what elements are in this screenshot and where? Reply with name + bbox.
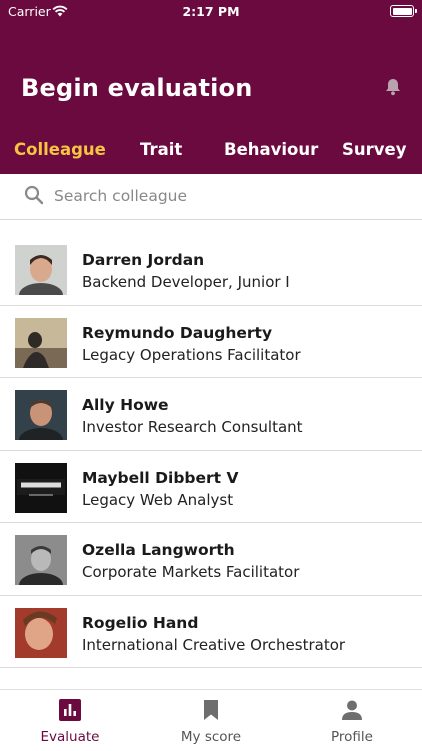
avatar <box>15 535 67 585</box>
bell-icon[interactable] <box>383 77 403 97</box>
colleague-role: Backend Developer, Junior I <box>82 273 290 291</box>
avatar <box>15 318 67 368</box>
page-title: Begin evaluation <box>21 74 253 102</box>
avatar <box>15 463 67 513</box>
list-item[interactable]: Ally Howe Investor Research Consultant <box>0 378 422 451</box>
search-input[interactable] <box>54 182 404 210</box>
list-item[interactable]: Ozella Langworth Corporate Markets Facil… <box>0 523 422 596</box>
clock: 2:17 PM <box>0 4 422 19</box>
battery-icon <box>390 5 414 17</box>
app-header: Begin evaluation Colleague Trait Behavio… <box>0 24 422 174</box>
bottom-tab-bar: Evaluate My score Profile <box>0 689 422 750</box>
search-icon <box>24 185 44 205</box>
tab-profile[interactable]: Profile <box>282 690 422 751</box>
bookmark-icon <box>199 698 223 722</box>
colleague-name: Reymundo Daugherty <box>82 324 272 342</box>
tab-evaluate-label: Evaluate <box>0 729 140 745</box>
status-bar: Carrier 2:17 PM <box>0 0 422 24</box>
colleague-name: Darren Jordan <box>82 251 204 269</box>
avatar <box>15 390 67 440</box>
colleague-list: Darren Jordan Backend Developer, Junior … <box>0 233 422 689</box>
avatar <box>15 245 67 295</box>
search-bar <box>0 174 422 220</box>
tab-my-score[interactable]: My score <box>141 690 281 751</box>
list-item[interactable]: Rogelio Hand International Creative Orch… <box>0 596 422 669</box>
bar-chart-icon <box>58 698 82 722</box>
colleague-role: Legacy Web Analyst <box>82 491 233 509</box>
colleague-role: International Creative Orchestrator <box>82 636 345 654</box>
category-tabs: Colleague Trait Behaviour Survey <box>0 140 422 170</box>
tab-survey[interactable]: Survey <box>342 140 406 159</box>
tab-colleague[interactable]: Colleague <box>14 140 106 159</box>
avatar <box>15 608 67 658</box>
list-item[interactable]: Darren Jordan Backend Developer, Junior … <box>0 233 422 306</box>
tab-my-score-label: My score <box>141 729 281 745</box>
tab-profile-label: Profile <box>282 729 422 745</box>
colleague-role: Investor Research Consultant <box>82 418 303 436</box>
tab-evaluate[interactable]: Evaluate <box>0 690 140 751</box>
colleague-role: Corporate Markets Facilitator <box>82 563 299 581</box>
colleague-name: Ozella Langworth <box>82 541 235 559</box>
tab-trait[interactable]: Trait <box>140 140 182 159</box>
colleague-name: Ally Howe <box>82 396 169 414</box>
colleague-name: Rogelio Hand <box>82 614 198 632</box>
colleague-name: Maybell Dibbert V <box>82 469 238 487</box>
tab-behaviour[interactable]: Behaviour <box>224 140 318 159</box>
list-item[interactable]: Maybell Dibbert V Legacy Web Analyst <box>0 451 422 524</box>
list-item[interactable]: Reymundo Daugherty Legacy Operations Fac… <box>0 306 422 379</box>
colleague-role: Legacy Operations Facilitator <box>82 346 301 364</box>
person-icon <box>340 698 364 722</box>
